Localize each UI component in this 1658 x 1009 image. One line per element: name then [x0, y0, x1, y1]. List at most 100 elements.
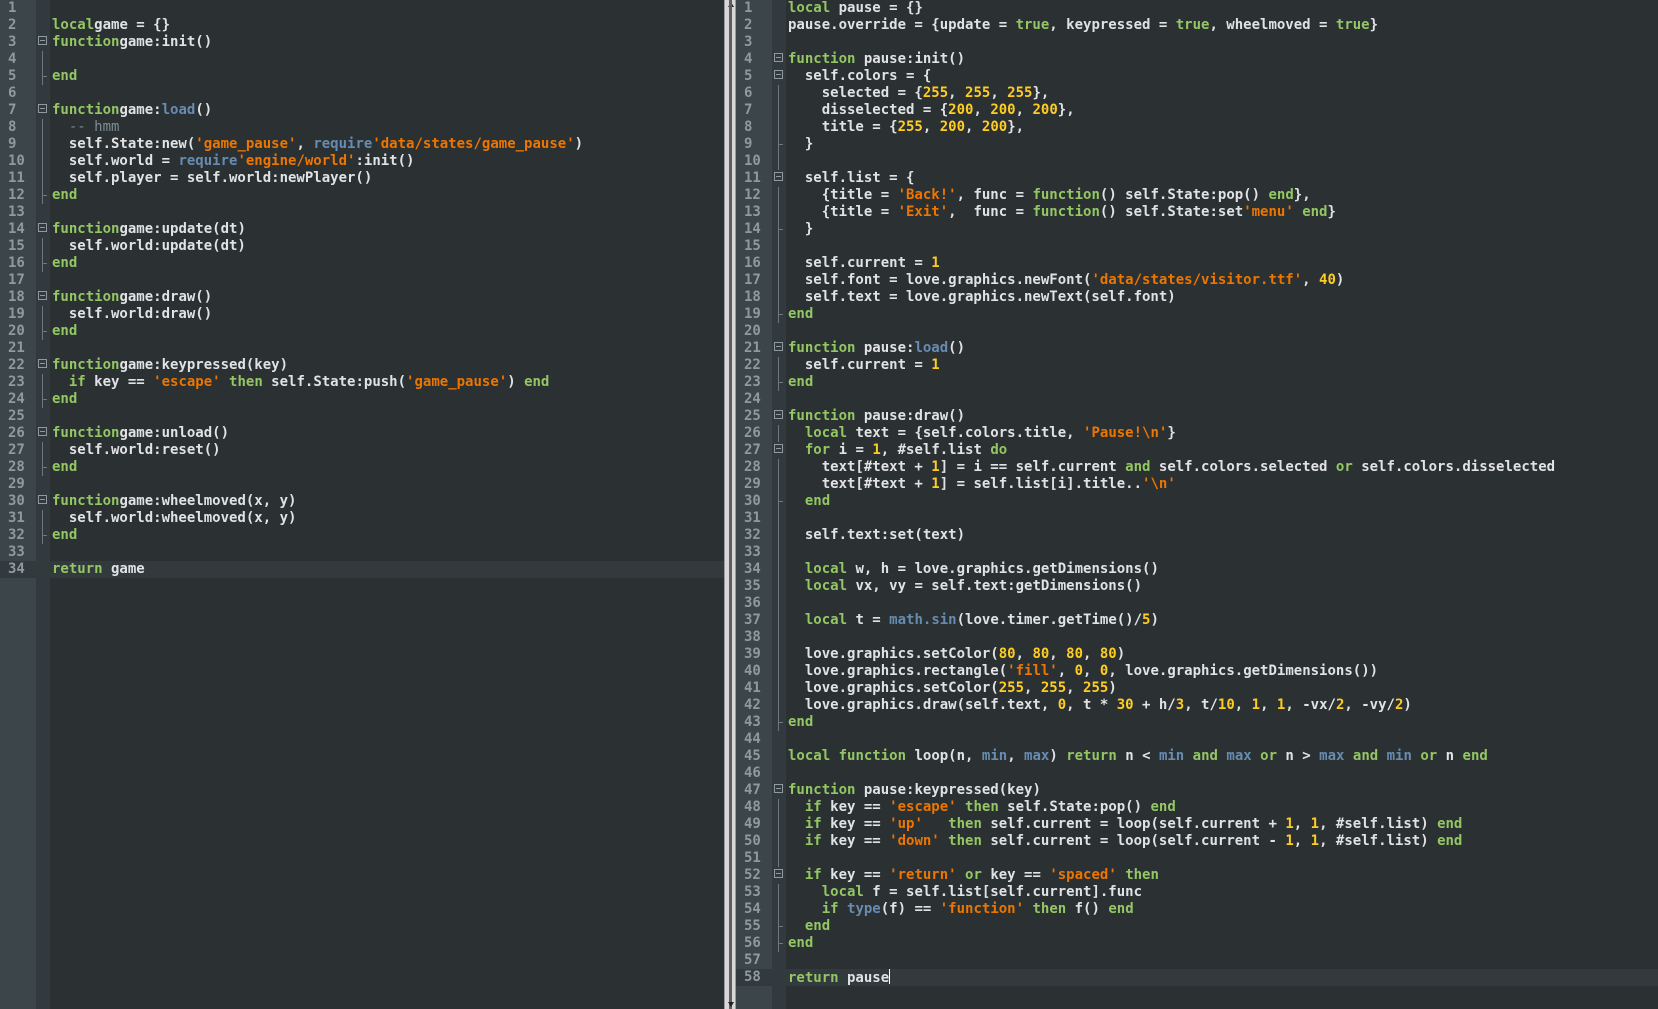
code-line[interactable]: 22 self.current = 1 — [736, 357, 1658, 374]
fold-collapse-icon[interactable] — [38, 36, 47, 45]
code-line[interactable]: 13 {title = 'Exit', func = function() se… — [736, 204, 1658, 221]
code-line[interactable]: 31 self.world:wheelmoved(x, y) — [0, 510, 724, 527]
code-line[interactable]: 56 end — [736, 935, 1658, 952]
code-line[interactable]: 26 local text = {self.colors.title, 'Pau… — [736, 425, 1658, 442]
code-line[interactable]: 8 title = {255, 200, 200}, — [736, 119, 1658, 136]
code-line[interactable]: 13 — [0, 204, 724, 221]
fold-collapse-icon[interactable] — [774, 342, 783, 351]
code-line[interactable]: 12 {title = 'Back!', func = function() s… — [736, 187, 1658, 204]
code-line[interactable]: 15 self.world:update(dt) — [0, 238, 724, 255]
code-line[interactable]: 7 disselected = {200, 200, 200}, — [736, 102, 1658, 119]
right-editor-pane[interactable]: 1 local pause = {} 2 pause.override = {upda… — [736, 0, 1658, 1009]
code-line[interactable]: 21 — [0, 340, 724, 357]
code-line[interactable]: 35 local vx, vy = self.text:getDimension… — [736, 578, 1658, 595]
code-line[interactable]: 3 — [736, 34, 1658, 51]
fold-collapse-icon[interactable] — [774, 869, 783, 878]
code-line[interactable]: 36 — [736, 595, 1658, 612]
fold-collapse-icon[interactable] — [774, 70, 783, 79]
code-line[interactable]: 10 — [736, 153, 1658, 170]
code-lines[interactable]: 1 2 localgame = {} 3 functiongame:init() 4 5 en… — [0, 0, 724, 578]
code-lines[interactable]: 1 local pause = {} 2 pause.override = {upda… — [736, 0, 1658, 986]
code-line[interactable]: 20 — [736, 323, 1658, 340]
fold-collapse-icon[interactable] — [38, 359, 47, 368]
code-line[interactable]: 24 — [736, 391, 1658, 408]
code-line[interactable]: 10 self.world = require'engine/world':in… — [0, 153, 724, 170]
code-line[interactable]: 25 — [0, 408, 724, 425]
code-line[interactable]: 32 self.text:set(text) — [736, 527, 1658, 544]
code-line[interactable]: 6 selected = {255, 255, 255}, — [736, 85, 1658, 102]
code-line[interactable]: 23 end — [736, 374, 1658, 391]
code-line[interactable]: 33 — [0, 544, 724, 561]
code-line[interactable]: 5 end — [0, 68, 724, 85]
code-line[interactable]: 14 functiongame:update(dt) — [0, 221, 724, 238]
code-line[interactable]: 30 functiongame:wheelmoved(x, y) — [0, 493, 724, 510]
code-line[interactable]: 47 function pause:keypressed(key) — [736, 782, 1658, 799]
code-line[interactable]: 45 local function loop(n, min, max) retur… — [736, 748, 1658, 765]
code-line[interactable]: 29 text[#text + 1] = self.list[i].title.… — [736, 476, 1658, 493]
pane-splitter[interactable] — [724, 0, 736, 1009]
code-line[interactable]: 41 love.graphics.setColor(255, 255, 255) — [736, 680, 1658, 697]
fold-collapse-icon[interactable] — [38, 223, 47, 232]
code-line[interactable]: 20 end — [0, 323, 724, 340]
code-line[interactable]: 27 for i = 1, #self.list do — [736, 442, 1658, 459]
code-line[interactable]: 14 } — [736, 221, 1658, 238]
code-line[interactable]: 19 self.world:draw() — [0, 306, 724, 323]
code-line[interactable]: 2 pause.override = {update = true, keypre… — [736, 17, 1658, 34]
code-line[interactable]: 3 functiongame:init() — [0, 34, 724, 51]
fold-collapse-icon[interactable] — [774, 784, 783, 793]
fold-collapse-icon[interactable] — [774, 444, 783, 453]
code-line[interactable]: 9 self.State:new('game_pause', require'd… — [0, 136, 724, 153]
code-line[interactable]: 11 self.player = self.world:newPlayer() — [0, 170, 724, 187]
code-line[interactable]: 43 end — [736, 714, 1658, 731]
code-line[interactable]: 44 — [736, 731, 1658, 748]
code-line[interactable]: 22 functiongame:keypressed(key) — [0, 357, 724, 374]
code-line[interactable]: 28 end — [0, 459, 724, 476]
code-line[interactable]: 31 — [736, 510, 1658, 527]
code-line[interactable]: 11 self.list = { — [736, 170, 1658, 187]
code-line[interactable]: 5 self.colors = { — [736, 68, 1658, 85]
fold-collapse-icon[interactable] — [38, 291, 47, 300]
code-line[interactable]: 8 -- hmm — [0, 119, 724, 136]
code-line[interactable]: 18 functiongame:draw() — [0, 289, 724, 306]
code-line[interactable]: 1 — [0, 0, 724, 17]
code-line[interactable]: 51 — [736, 850, 1658, 867]
code-line[interactable]: 2 localgame = {} — [0, 17, 724, 34]
code-line[interactable]: 27 self.world:reset() — [0, 442, 724, 459]
code-line[interactable]: 7 functiongame:load() — [0, 102, 724, 119]
code-line[interactable]: 55 end — [736, 918, 1658, 935]
left-editor-pane[interactable]: 1 2 localgame = {} 3 functiongame:init() 4 5 en… — [0, 0, 724, 1009]
fold-collapse-icon[interactable] — [774, 172, 783, 181]
code-line[interactable]: 38 — [736, 629, 1658, 646]
fold-collapse-icon[interactable] — [38, 427, 47, 436]
fold-collapse-icon[interactable] — [38, 104, 47, 113]
code-line[interactable]: 16 self.current = 1 — [736, 255, 1658, 272]
code-line[interactable]: 15 — [736, 238, 1658, 255]
code-line[interactable]: 21 function pause:load() — [736, 340, 1658, 357]
fold-collapse-icon[interactable] — [774, 410, 783, 419]
code-line[interactable]: 33 — [736, 544, 1658, 561]
code-line[interactable]: 48 if key == 'escape' then self.State:po… — [736, 799, 1658, 816]
code-line[interactable]: 19 end — [736, 306, 1658, 323]
code-line[interactable]: 54 if type(f) == 'function' then f() end — [736, 901, 1658, 918]
code-line[interactable]: 28 text[#text + 1] = i == self.current a… — [736, 459, 1658, 476]
code-line[interactable]: 30 end — [736, 493, 1658, 510]
code-line[interactable]: 4 function pause:init() — [736, 51, 1658, 68]
code-line[interactable]: 24 end — [0, 391, 724, 408]
code-line[interactable]: 6 — [0, 85, 724, 102]
splitter-handle[interactable] — [729, 0, 732, 1009]
code-line[interactable]: 23 if key == 'escape' then self.State:pu… — [0, 374, 724, 391]
code-line[interactable]: 57 — [736, 952, 1658, 969]
code-line[interactable]: 53 local f = self.list[self.current].fun… — [736, 884, 1658, 901]
code-line[interactable]: 1 local pause = {} — [736, 0, 1658, 17]
code-line[interactable]: 42 love.graphics.draw(self.text, 0, t * … — [736, 697, 1658, 714]
fold-collapse-icon[interactable] — [38, 495, 47, 504]
code-line[interactable]: 18 self.text = love.graphics.newText(sel… — [736, 289, 1658, 306]
code-line[interactable]: 29 — [0, 476, 724, 493]
code-line[interactable]: 17 — [0, 272, 724, 289]
code-line[interactable]: 32 end — [0, 527, 724, 544]
code-line[interactable]: 40 love.graphics.rectangle('fill', 0, 0,… — [736, 663, 1658, 680]
code-line[interactable]: 50 if key == 'down' then self.current = … — [736, 833, 1658, 850]
code-line[interactable]: 25 function pause:draw() — [736, 408, 1658, 425]
code-line[interactable]: 46 — [736, 765, 1658, 782]
triangle-down-icon[interactable] — [728, 1002, 734, 1007]
